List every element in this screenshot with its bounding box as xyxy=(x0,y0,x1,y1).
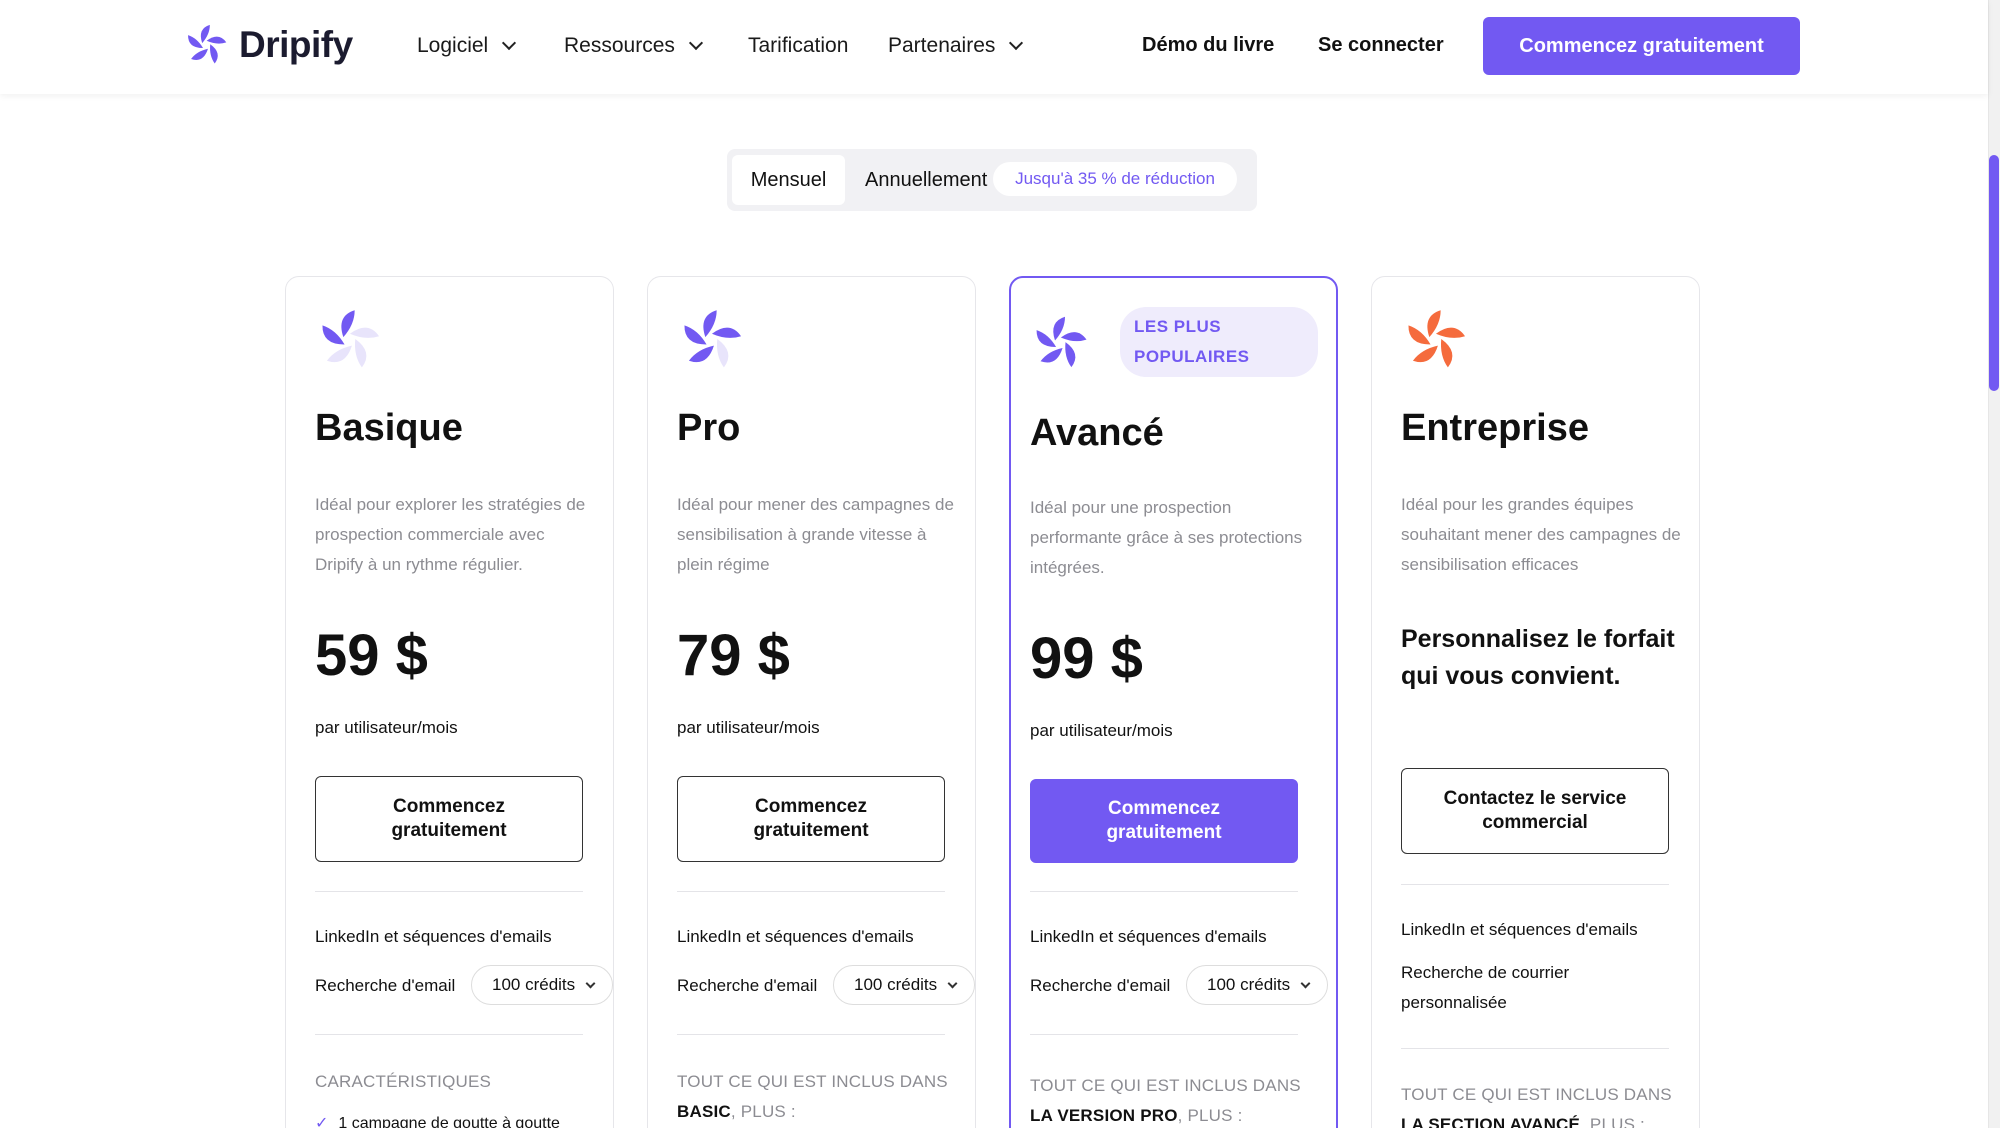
includes-heading: TOUT CE QUI EST INCLUS DANS xyxy=(1401,1085,1672,1104)
dripify-petal-icon xyxy=(1408,310,1466,368)
divider xyxy=(1030,891,1298,892)
includes-plan-line: LA SECTION AVANCÉ, PLUS : xyxy=(1401,1110,1645,1128)
chevron-down-icon xyxy=(1300,978,1311,988)
plan-name: Pro xyxy=(677,407,741,449)
divider xyxy=(1401,884,1669,885)
plan-card-basique: Basique Idéal pour explorer les stratégi… xyxy=(285,276,614,1128)
credits-value: 100 crédits xyxy=(492,975,576,994)
divider xyxy=(1401,1048,1669,1049)
includes-plan-line: LA VERSION PRO, PLUS : xyxy=(1030,1101,1243,1128)
plan-name: Avancé xyxy=(1030,412,1164,454)
dripify-petal-icon xyxy=(1036,316,1087,368)
credits-select[interactable]: 100 crédits xyxy=(1186,965,1328,1005)
price-period: par utilisateur/mois xyxy=(315,718,458,737)
start-free-button[interactable]: Commencez gratuitement xyxy=(677,776,945,862)
nav-item-label: Tarification xyxy=(748,34,849,57)
included-plan-name: LA SECTION AVANCÉ xyxy=(1401,1115,1581,1128)
includes-heading: TOUT CE QUI EST INCLUS DANS xyxy=(1030,1076,1301,1095)
price-period: par utilisateur/mois xyxy=(677,718,820,737)
divider xyxy=(1030,1034,1298,1035)
chevron-down-icon xyxy=(947,978,958,988)
nav-item-label: Ressources xyxy=(564,34,675,57)
dripify-petal-icon xyxy=(322,310,380,368)
feature-text: 1 campagne de goutte à goutte xyxy=(338,1115,560,1128)
chevron-down-icon xyxy=(1009,35,1024,51)
feature-item: LinkedIn et séquences d'emails xyxy=(1030,927,1267,946)
custom-plan-tagline: Personnalisez le forfait qui vous convie… xyxy=(1401,625,1675,690)
divider xyxy=(315,891,583,892)
includes-suffix: , PLUS : xyxy=(1177,1106,1243,1125)
includes-suffix: , PLUS : xyxy=(730,1102,796,1121)
plan-card-pro: Pro Idéal pour mener des campagnes de se… xyxy=(647,276,976,1128)
contact-sales-button[interactable]: Contactez le service commercial xyxy=(1401,768,1669,854)
plan-price: 99 $ xyxy=(1030,626,1143,691)
nav-item-label: Logiciel xyxy=(417,34,489,57)
chevron-down-icon xyxy=(585,978,596,988)
plan-description: Idéal pour une prospection performante g… xyxy=(1030,498,1303,577)
feature-item: Recherche d'email xyxy=(677,976,818,995)
nav-item-ressources[interactable]: Ressources xyxy=(564,34,703,58)
plan-name: Entreprise xyxy=(1401,407,1589,449)
page-scrollbar[interactable] xyxy=(1988,0,2000,1128)
chevron-down-icon xyxy=(502,35,517,51)
includes-suffix: , PLUS : xyxy=(1580,1115,1645,1128)
price-period: par utilisateur/mois xyxy=(1030,721,1173,740)
plan-description: Idéal pour les grandes équipes souhaitan… xyxy=(1401,495,1681,574)
divider xyxy=(315,1034,583,1035)
login-link[interactable]: Se connecter xyxy=(1318,34,1444,57)
includes-heading: TOUT CE QUI EST INCLUS DANS xyxy=(677,1072,948,1091)
brand-logo[interactable]: Dripify xyxy=(183,22,353,68)
plan-name: Basique xyxy=(315,407,463,449)
dripify-petal-icon xyxy=(684,310,742,368)
credits-value: 100 crédits xyxy=(854,975,938,994)
feature-item: LinkedIn et séquences d'emails xyxy=(677,927,914,946)
scrollbar-thumb[interactable] xyxy=(1989,155,1999,391)
plan-card-avance: LES PLUS POPULAIRES Avancé Idéal pour un… xyxy=(1009,276,1338,1128)
toggle-monthly[interactable]: Mensuel xyxy=(732,155,845,205)
included-plan-name: LA VERSION PRO xyxy=(1030,1106,1178,1125)
included-plan-name: BASIC xyxy=(677,1102,731,1121)
start-free-button[interactable]: Commencez gratuitement xyxy=(1483,17,1800,75)
book-demo-link[interactable]: Démo du livre xyxy=(1142,34,1274,57)
feature-item: LinkedIn et séquences d'emails xyxy=(1401,920,1638,939)
discount-badge: Jusqu'à 35 % de réduction xyxy=(993,162,1237,196)
billing-period-toggle: Mensuel Annuellement Jusqu'à 35 % de réd… xyxy=(727,149,1257,211)
plan-price: 79 $ xyxy=(677,623,790,688)
feature-item: Recherche de courrier personnalisée xyxy=(1401,963,1570,1012)
credits-value: 100 crédits xyxy=(1207,975,1291,994)
toggle-annual[interactable]: Annuellement xyxy=(865,169,987,192)
features-heading: CARACTÉRISTIQUES xyxy=(315,1072,492,1091)
feature-item: Recherche d'email xyxy=(315,976,456,995)
divider xyxy=(677,1034,945,1035)
dripify-logo-icon xyxy=(188,24,227,64)
chevron-down-icon xyxy=(688,35,703,51)
credits-select[interactable]: 100 crédits xyxy=(471,965,613,1005)
credits-select[interactable]: 100 crédits xyxy=(833,965,975,1005)
plan-price: 59 $ xyxy=(315,623,428,688)
feature-item: LinkedIn et séquences d'emails xyxy=(315,927,552,946)
includes-plan-line: BASIC, PLUS : xyxy=(677,1097,796,1127)
feature-checklist-item: ✓ 1 campagne de goutte à goutte xyxy=(315,1113,560,1128)
brand-name: Dripify xyxy=(239,24,353,65)
divider xyxy=(677,891,945,892)
start-free-button[interactable]: Commencez gratuitement xyxy=(1030,779,1298,863)
nav-item-logiciel[interactable]: Logiciel xyxy=(417,34,517,58)
nav-item-label: Partenaires xyxy=(888,34,996,57)
start-free-button[interactable]: Commencez gratuitement xyxy=(315,776,583,862)
plan-card-entreprise: Entreprise Idéal pour les grandes équipe… xyxy=(1371,276,1700,1128)
feature-item: Recherche d'email xyxy=(1030,976,1171,995)
most-popular-badge: LES PLUS POPULAIRES xyxy=(1120,307,1318,377)
nav-item-partenaires[interactable]: Partenaires xyxy=(888,34,1024,58)
top-navbar: Dripify Logiciel Ressources Tarification… xyxy=(0,0,1988,94)
plan-description: Idéal pour mener des campagnes de sensib… xyxy=(677,495,954,574)
plan-description: Idéal pour explorer les stratégies de pr… xyxy=(315,495,586,574)
nav-item-tarification[interactable]: Tarification xyxy=(748,34,848,58)
checkmark-icon: ✓ xyxy=(315,1115,329,1128)
